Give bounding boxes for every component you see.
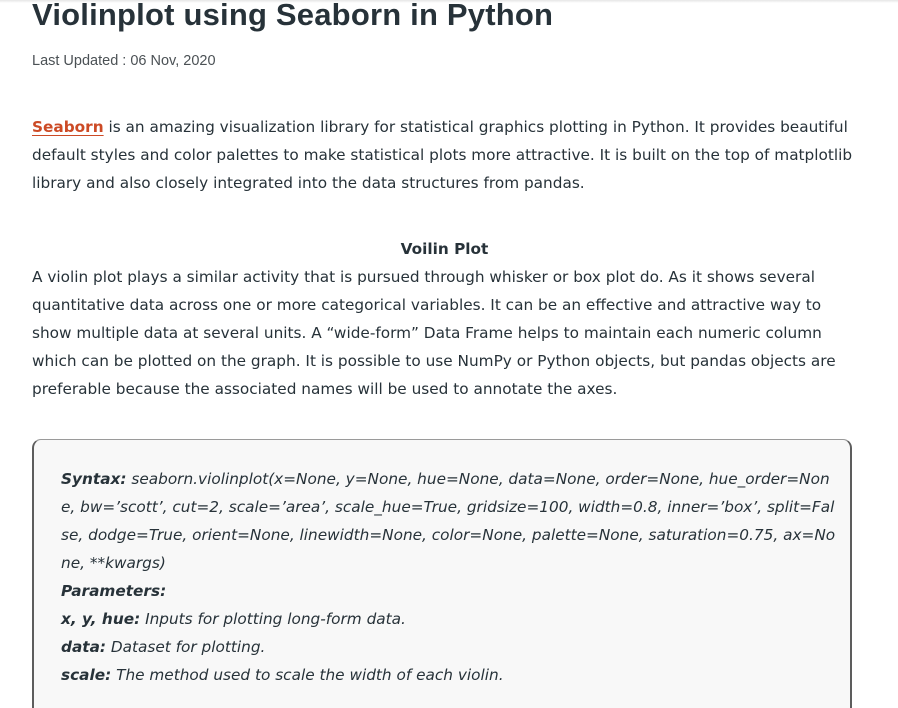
parameter-name: x, y, hue: xyxy=(61,610,141,628)
parameters-label: Parameters: xyxy=(61,582,167,600)
parameter-desc: Inputs for plotting long-form data. xyxy=(140,610,406,628)
syntax-signature: seaborn.violinplot(x=None, y=None, hue=N… xyxy=(61,470,836,572)
parameter-name: data: xyxy=(61,638,107,656)
parameter-desc: The method used to scale the width of ea… xyxy=(111,666,504,684)
parameter-item: scale: The method used to scale the widt… xyxy=(61,661,836,689)
syntax-label: Syntax: xyxy=(61,470,127,488)
violin-plot-paragraph: A violin plot plays a similar activity t… xyxy=(32,268,836,398)
parameter-name: scale: xyxy=(61,666,112,684)
intro-paragraph: Seaborn is an amazing visualization libr… xyxy=(32,113,857,197)
parameter-desc: Dataset for plotting. xyxy=(106,638,266,656)
syntax-box: Syntax: seaborn.violinplot(x=None, y=Non… xyxy=(32,439,852,708)
last-updated-date: Last Updated : 06 Nov, 2020 xyxy=(32,53,216,69)
article-title: Violinplot using Seaborn in Python xyxy=(32,0,554,32)
syntax-content: Syntax: seaborn.violinplot(x=None, y=Non… xyxy=(61,465,836,689)
syntax-line: Syntax: seaborn.violinplot(x=None, y=Non… xyxy=(61,465,836,577)
parameter-item: x, y, hue: Inputs for plotting long-form… xyxy=(61,605,836,633)
intro-text: is an amazing visualization library for … xyxy=(32,118,853,192)
seaborn-link[interactable]: Seaborn xyxy=(32,118,104,136)
section-heading: Voilin Plot xyxy=(400,240,489,258)
parameter-item: data: Dataset for plotting. xyxy=(61,633,836,661)
